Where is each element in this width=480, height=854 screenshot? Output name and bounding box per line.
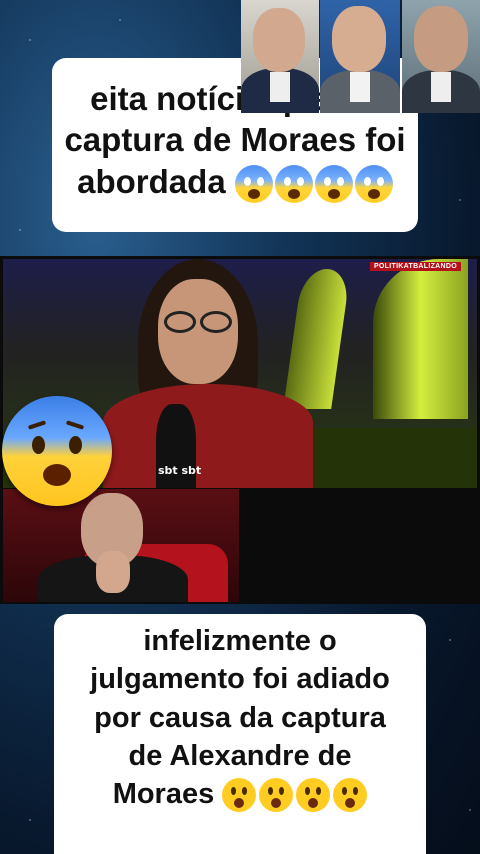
bottom-caption-line-4: de Alexandre de — [128, 739, 352, 772]
bottom-caption-line-2: julgamento foi adiado — [90, 663, 390, 696]
bottom-caption-line-3: por causa da captura — [94, 701, 386, 734]
anxious-face-emoji-icon — [2, 396, 112, 506]
thumbnail-person-3 — [402, 0, 480, 113]
face-screaming-in-fear-icon — [314, 164, 353, 203]
thumbnail-person-2 — [320, 0, 400, 113]
face-screaming-in-fear-icon — [274, 164, 313, 203]
face-screaming-in-fear-icon — [354, 164, 393, 203]
astonished-face-icon — [296, 778, 331, 813]
astonished-face-icon — [222, 778, 257, 813]
astonished-face-icon — [333, 778, 368, 813]
face-screaming-in-fear-icon — [234, 164, 273, 203]
top-caption-line-3: abordada — [77, 162, 226, 200]
astonished-emoji-group — [222, 778, 368, 813]
astonished-face-icon — [259, 778, 294, 813]
bottom-caption-line-1: infelizmente o — [143, 625, 337, 657]
bottom-caption: infelizmente o julgamento foi adiado por… — [54, 614, 426, 854]
mic-label: sbt sbt — [158, 464, 202, 477]
top-caption-line-2: captura de Moraes foi — [64, 121, 406, 159]
thumbnail-person-1 — [241, 0, 319, 113]
praying-hands-icon — [96, 551, 130, 593]
scared-emoji-group — [234, 164, 393, 203]
bottom-caption-line-5: Moraes — [112, 778, 215, 811]
reporter-figure: sbt sbt — [98, 259, 318, 488]
thumbnail-judge — [3, 489, 239, 602]
glasses-icon — [158, 311, 238, 335]
palace-column — [373, 259, 468, 419]
channel-watermark: POLITIKATBALIZANDO — [369, 262, 461, 271]
